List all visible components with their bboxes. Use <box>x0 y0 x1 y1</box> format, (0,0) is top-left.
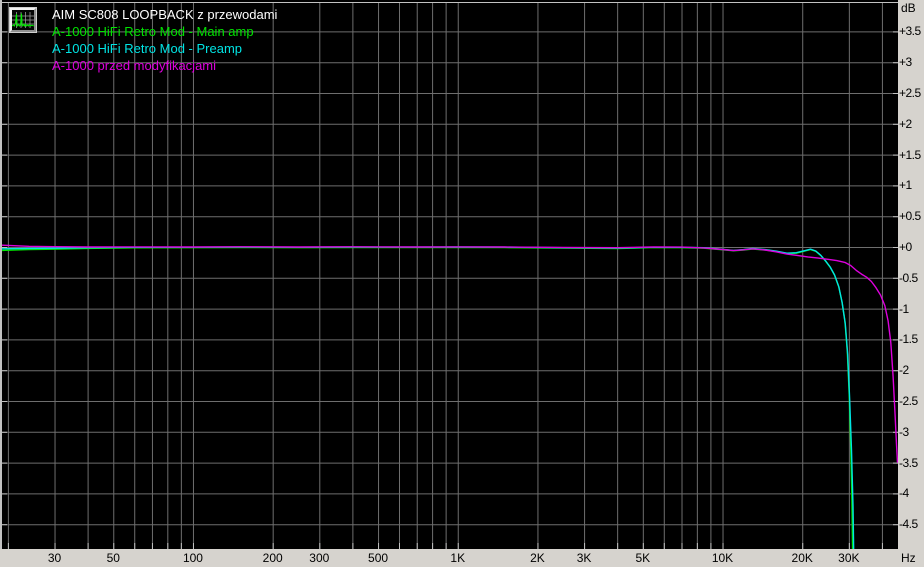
spectrum-analyzer-icon[interactable] <box>10 8 36 32</box>
y-tick-label: +1.5 <box>899 147 921 162</box>
plot-area <box>0 0 898 549</box>
y-tick-label: -1.5 <box>899 332 918 347</box>
chart-title: AIM SC808 LOOPBACK z przewodami <box>52 7 278 22</box>
y-tick-label: -0.5 <box>899 270 918 285</box>
y-tick-label: -4.5 <box>899 517 918 532</box>
x-axis-strip: Hz 30 50 100 200 300 500 1K 2K 3K 5K 10K 20K 30K <box>0 549 924 567</box>
y-axis-strip: dB +3.5 +3 +2.5 +2 +1.5 +1 +0.5 +0 -0.5 -1 -1.5 -2 -… <box>898 0 924 549</box>
y-tick-label: -2.5 <box>899 394 918 408</box>
y-tick-label: +0.5 <box>899 209 921 224</box>
y-tick-label: +0 <box>899 240 912 254</box>
x-tick-label: 10K <box>711 551 734 565</box>
y-tick-label: +1 <box>899 178 912 193</box>
y-tick-label: -2 <box>899 363 909 378</box>
x-tick-label: 2K <box>530 551 545 565</box>
legend: AIM SC808 LOOPBACK z przewodami A-1000 H… <box>52 6 277 74</box>
y-tick-label: -4 <box>899 486 909 501</box>
x-tick-label: 1K <box>450 551 466 565</box>
y-tick-label: +3.5 <box>899 24 921 39</box>
x-tick-label: 200 <box>262 551 283 565</box>
x-tick-label: 50 <box>106 551 120 565</box>
x-axis-unit-label: Hz <box>901 551 916 565</box>
y-tick-label: +3 <box>899 55 912 70</box>
x-tick-label: 100 <box>182 551 203 565</box>
legend-item-preamp: A-1000 HiFi Retro Mod - Preamp <box>52 41 243 56</box>
x-tick-label: 3K <box>576 551 592 565</box>
y-axis-unit-label: dB <box>901 1 916 15</box>
spectrum-icon-graphic <box>12 12 34 28</box>
x-tick-label: 30 <box>47 551 62 565</box>
x-tick-label: 30K <box>838 551 860 565</box>
x-tick-label: 20K <box>791 551 813 565</box>
x-tick-label: 500 <box>368 551 389 565</box>
x-tick-label: 5K <box>635 551 651 565</box>
legend-item-main-amp: A-1000 HiFi Retro Mod - Main amp <box>52 24 254 39</box>
frequency-response-chart: dB +3.5 +3 +2.5 +2 +1.5 +1 +0.5 +0 -0.5 -1 -1.5 -2 -… <box>0 0 924 567</box>
legend-item-pre-mod: A-1000 przed modyfikacjami <box>52 58 217 73</box>
y-tick-label: -1 <box>899 301 909 316</box>
x-tick-label: 300 <box>309 551 330 565</box>
y-tick-label: -3.5 <box>899 455 918 470</box>
y-tick-label: -3 <box>899 424 909 439</box>
y-tick-label: +2.5 <box>899 86 921 100</box>
y-tick-label: +2 <box>899 116 912 131</box>
